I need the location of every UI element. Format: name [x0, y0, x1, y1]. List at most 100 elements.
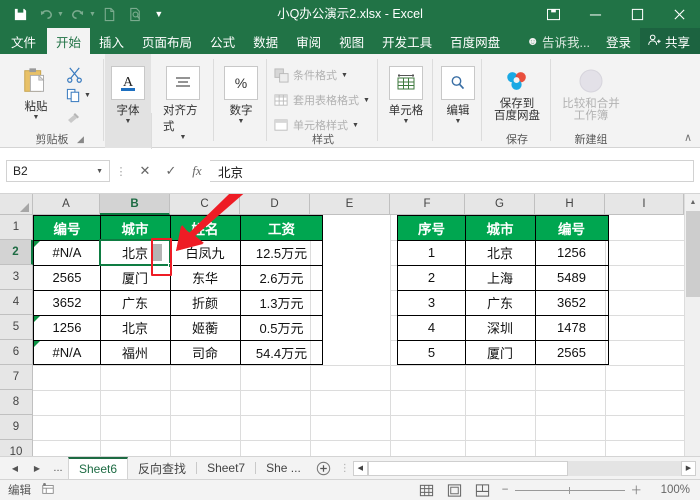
left-table-cell-r1c3[interactable]: 12.5万元 — [240, 240, 323, 265]
sheet-tab-reverse-lookup[interactable]: 反向查找 — [128, 457, 197, 479]
right-table-cell-r2c0[interactable]: 2 — [398, 265, 465, 290]
left-table-cell-r5c0[interactable]: #N/A — [34, 340, 100, 365]
save-icon[interactable] — [8, 2, 32, 26]
name-box-caret-icon[interactable]: ▼ — [96, 168, 103, 175]
right-table-cell-r1c2[interactable]: 1256 — [535, 240, 608, 265]
vertical-scrollbar[interactable]: ▲ — [684, 194, 700, 456]
right-table-cell-r4c0[interactable]: 4 — [398, 315, 465, 340]
cell-styles-caret[interactable]: ▼ — [352, 122, 359, 129]
redo-dropdown-caret[interactable]: ▼ — [89, 11, 96, 18]
column-header-A[interactable]: A — [33, 194, 100, 215]
row-header-9[interactable]: 9 — [0, 415, 33, 440]
share-button[interactable]: 共享 — [639, 28, 700, 54]
tab-home[interactable]: 开始 — [47, 28, 91, 54]
record-macro-icon[interactable] — [41, 482, 55, 499]
last-sheet-icon[interactable]: ▶ — [26, 457, 48, 479]
format-as-table-button[interactable]: 套用表格格式 ▼ — [274, 92, 370, 108]
column-header-D[interactable]: D — [240, 194, 310, 215]
collapse-ribbon-button[interactable]: ∧ — [684, 131, 692, 144]
left-table-cell-r2c3[interactable]: 2.6万元 — [240, 265, 323, 290]
alignment-button[interactable]: 对齐方式 ▼ — [163, 66, 203, 141]
format-painter-button[interactable] — [66, 110, 82, 131]
right-table-cell-r5c0[interactable]: 5 — [398, 340, 465, 365]
right-table-cell-r2c1[interactable]: 上海 — [465, 265, 535, 290]
paste-dropdown-caret[interactable]: ▼ — [33, 114, 40, 121]
customize-qat-icon[interactable]: ▼ — [150, 9, 168, 19]
left-table-cell-r4c0[interactable]: 1256 — [34, 315, 100, 340]
ribbon-display-options-icon[interactable] — [532, 0, 574, 28]
redo-icon[interactable] — [66, 2, 90, 26]
tab-review[interactable]: 审阅 — [287, 28, 330, 54]
row-header-8[interactable]: 8 — [0, 390, 33, 415]
insert-function-button[interactable]: fx — [184, 160, 210, 182]
right-table-cell-r3c2[interactable]: 3652 — [535, 290, 608, 315]
sheet-tab-truncated[interactable]: She ... — [256, 457, 311, 479]
tab-file[interactable]: 文件 — [0, 28, 47, 54]
cells-button[interactable]: 单元格 ▼ — [387, 66, 425, 125]
cells-dropdown-caret[interactable]: ▼ — [403, 118, 410, 125]
alignment-dropdown-caret[interactable]: ▼ — [180, 134, 187, 141]
horizontal-scrollbar[interactable] — [367, 460, 681, 476]
clipboard-dialog-launcher[interactable]: ◢ — [77, 134, 84, 145]
right-table-cell-r4c2[interactable]: 1478 — [535, 315, 608, 340]
column-header-I[interactable]: I — [605, 194, 684, 215]
row-header-10[interactable]: 10 — [0, 440, 33, 456]
zoom-in-button[interactable]: ＋ — [631, 482, 643, 498]
left-table-header-0[interactable]: 编号 — [34, 216, 100, 240]
formula-input[interactable]: 北京 — [210, 160, 694, 182]
row-header-2[interactable]: 2 — [0, 240, 33, 265]
tab-page-layout[interactable]: 页面布局 — [133, 28, 201, 54]
number-dropdown-caret[interactable]: ▼ — [238, 118, 245, 125]
conditional-formatting-caret[interactable]: ▼ — [341, 72, 348, 79]
row-header-5[interactable]: 5 — [0, 315, 33, 340]
tab-baidu-netdisk[interactable]: 百度网盘 — [441, 28, 509, 54]
sheet-tab-sheet6[interactable]: Sheet6 — [68, 457, 129, 479]
left-table-cell-r3c3[interactable]: 1.3万元 — [240, 290, 323, 315]
sheet-tab-sheet7[interactable]: Sheet7 — [197, 457, 256, 479]
scroll-right-icon[interactable]: ▶ — [681, 460, 696, 476]
close-icon[interactable] — [658, 0, 700, 28]
left-table-cell-r5c1[interactable]: 福州 — [100, 340, 170, 365]
right-table-cell-r4c1[interactable]: 深圳 — [465, 315, 535, 340]
number-button[interactable]: % 数字 ▼ — [224, 66, 258, 125]
row-header-3[interactable]: 3 — [0, 265, 33, 290]
row-header-1[interactable]: 1 — [0, 215, 33, 240]
row-header-6[interactable]: 6 — [0, 340, 33, 365]
worksheet-grid[interactable]: A B C D E F G H I 1 2 3 4 5 6 7 8 9 10 编… — [0, 194, 700, 456]
left-table-header-3[interactable]: 工资 — [240, 216, 323, 240]
ribbon-group-alignment[interactable]: 对齐方式 ▼ — [152, 54, 214, 148]
left-table-cell-r2c1[interactable]: 厦门 — [100, 265, 170, 290]
select-all-corner[interactable] — [0, 194, 33, 215]
tab-data[interactable]: 数据 — [244, 28, 287, 54]
zoom-out-button[interactable]: − — [502, 484, 509, 496]
left-table-cell-r3c2[interactable]: 折颜 — [170, 290, 240, 315]
scroll-up-icon[interactable]: ▲ — [685, 194, 700, 210]
zoom-slider[interactable]: − ＋ — [502, 482, 642, 498]
editing-button[interactable]: 编辑 ▼ — [440, 66, 476, 125]
column-header-G[interactable]: G — [465, 194, 535, 215]
row-header-4[interactable]: 4 — [0, 290, 33, 315]
print-preview-icon[interactable] — [124, 2, 148, 26]
right-table-cell-r1c0[interactable]: 1 — [398, 240, 465, 265]
tell-me-box[interactable]: ☻ 告诉我... — [519, 28, 597, 54]
conditional-formatting-button[interactable]: 条件格式 ▼ — [274, 67, 348, 83]
left-table-cell-r1c2[interactable]: 白凤九 — [170, 240, 240, 265]
paste-button[interactable]: 粘贴 ▼ — [10, 64, 62, 121]
column-header-F[interactable]: F — [390, 194, 465, 215]
name-box[interactable]: B2 ▼ — [6, 160, 110, 182]
sign-in-button[interactable]: 登录 — [597, 28, 640, 54]
zoom-level-label[interactable]: 100% — [652, 484, 690, 496]
right-table-cell-r3c1[interactable]: 广东 — [465, 290, 535, 315]
column-header-C[interactable]: C — [170, 194, 240, 215]
tab-view[interactable]: 视图 — [330, 28, 373, 54]
save-to-baidu-netdisk-button[interactable]: 保存到 百度网盘 — [489, 64, 545, 122]
normal-view-icon[interactable] — [418, 482, 436, 498]
minimize-icon[interactable] — [574, 0, 616, 28]
right-table-header-0[interactable]: 序号 — [398, 216, 465, 240]
page-break-view-icon[interactable] — [474, 482, 492, 498]
column-header-E[interactable]: E — [310, 194, 390, 215]
scroll-left-icon[interactable]: ◀ — [352, 460, 368, 476]
right-table-cell-r1c1[interactable]: 北京 — [465, 240, 535, 265]
font-button[interactable]: A 字体 ▼ — [111, 66, 145, 125]
left-table-cell-r4c2[interactable]: 姬蘅 — [170, 315, 240, 340]
